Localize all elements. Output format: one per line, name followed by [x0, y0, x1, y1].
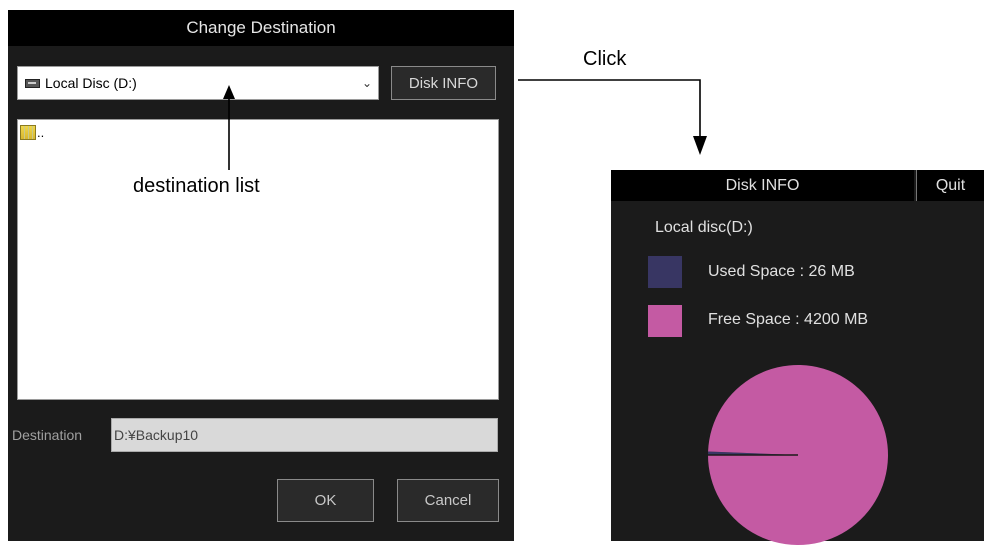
click-arrow: [518, 79, 701, 138]
free-space-label: Free Space : 4200 MB: [708, 311, 869, 328]
disk-usage-pie-chart: [708, 365, 888, 545]
click-arrowhead: [693, 136, 707, 155]
free-space-swatch: [648, 305, 682, 337]
used-space-label: Used Space : 26 MB: [708, 263, 855, 280]
disk-name: Local disc(D:): [655, 219, 753, 236]
disk-info-title: Disk INFO: [611, 170, 914, 201]
destination-list-annotation: destination list: [133, 175, 260, 197]
disk-info-panel: Disk INFO Quit Local disc(D:) Used Space…: [611, 170, 984, 545]
quit-button[interactable]: Quit: [916, 170, 984, 201]
used-space-swatch: [648, 256, 682, 288]
destination-list-arrowhead: [223, 85, 235, 99]
click-annotation: Click: [583, 48, 627, 70]
